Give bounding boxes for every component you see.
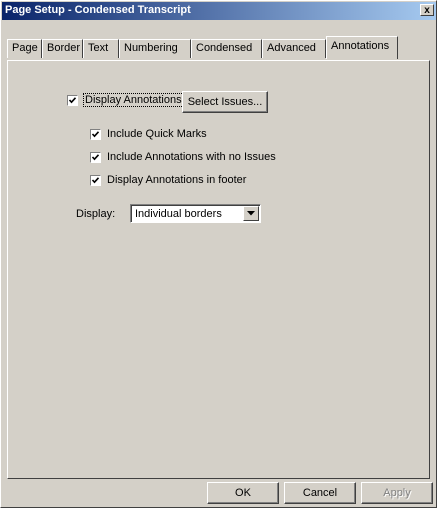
tab-numbering[interactable]: Numbering xyxy=(119,39,191,58)
checkbox-label: Display Annotations xyxy=(83,93,184,107)
tab-label: Border xyxy=(47,42,81,54)
include-no-issues-checkbox[interactable]: Include Annotations with no Issues xyxy=(90,151,276,163)
tab-advanced[interactable]: Advanced xyxy=(262,39,326,58)
checkbox-box[interactable] xyxy=(67,94,78,106)
checkbox-label: Display Annotations in footer xyxy=(107,174,247,186)
tab-condensed[interactable]: Condensed xyxy=(191,39,262,58)
checkbox-label: Include Annotations with no Issues xyxy=(107,151,276,163)
checkbox-box[interactable] xyxy=(90,151,101,163)
tab-text[interactable]: Text xyxy=(83,39,119,58)
tab-border[interactable]: Border xyxy=(42,39,83,58)
display-select-value: Individual borders xyxy=(135,208,222,220)
title-bar[interactable]: Page Setup - Condensed Transcript x xyxy=(2,2,436,20)
tab-label: Text xyxy=(88,42,109,54)
tab-label: Numbering xyxy=(124,42,178,54)
tab-label: Condensed xyxy=(196,42,253,54)
checkbox-box[interactable] xyxy=(90,174,101,186)
button-label: OK xyxy=(235,487,251,499)
annotations-panel: Display Annotations Select Issues... Inc… xyxy=(7,60,430,479)
display-select[interactable]: Individual borders xyxy=(130,204,261,223)
tab-label: Annotations xyxy=(331,40,390,52)
page-setup-dialog: Page Setup - Condensed Transcript x Page… xyxy=(0,0,437,508)
tab-annotations[interactable]: Annotations xyxy=(326,36,398,59)
tab-label: Page xyxy=(12,42,38,54)
include-quick-marks-checkbox[interactable]: Include Quick Marks xyxy=(90,128,207,140)
checkbox-label: Include Quick Marks xyxy=(107,128,207,140)
display-label: Display: xyxy=(76,208,116,220)
display-annotations-checkbox[interactable]: Display Annotations xyxy=(67,93,184,107)
display-in-footer-checkbox[interactable]: Display Annotations in footer xyxy=(90,174,246,186)
window-title: Page Setup - Condensed Transcript xyxy=(5,4,191,16)
tab-label: Advanced xyxy=(267,42,316,54)
button-label: Apply xyxy=(383,487,411,499)
ok-button[interactable]: OK xyxy=(207,482,279,504)
apply-button[interactable]: Apply xyxy=(361,482,433,504)
select-issues-button[interactable]: Select Issues... xyxy=(182,91,268,113)
tab-page[interactable]: Page xyxy=(7,39,42,58)
close-icon[interactable]: x xyxy=(420,4,434,16)
button-label: Select Issues... xyxy=(187,96,263,108)
dropdown-arrow-icon[interactable] xyxy=(243,206,259,221)
checkbox-box[interactable] xyxy=(90,128,101,140)
button-label: Cancel xyxy=(302,487,338,499)
cancel-button[interactable]: Cancel xyxy=(284,482,356,504)
